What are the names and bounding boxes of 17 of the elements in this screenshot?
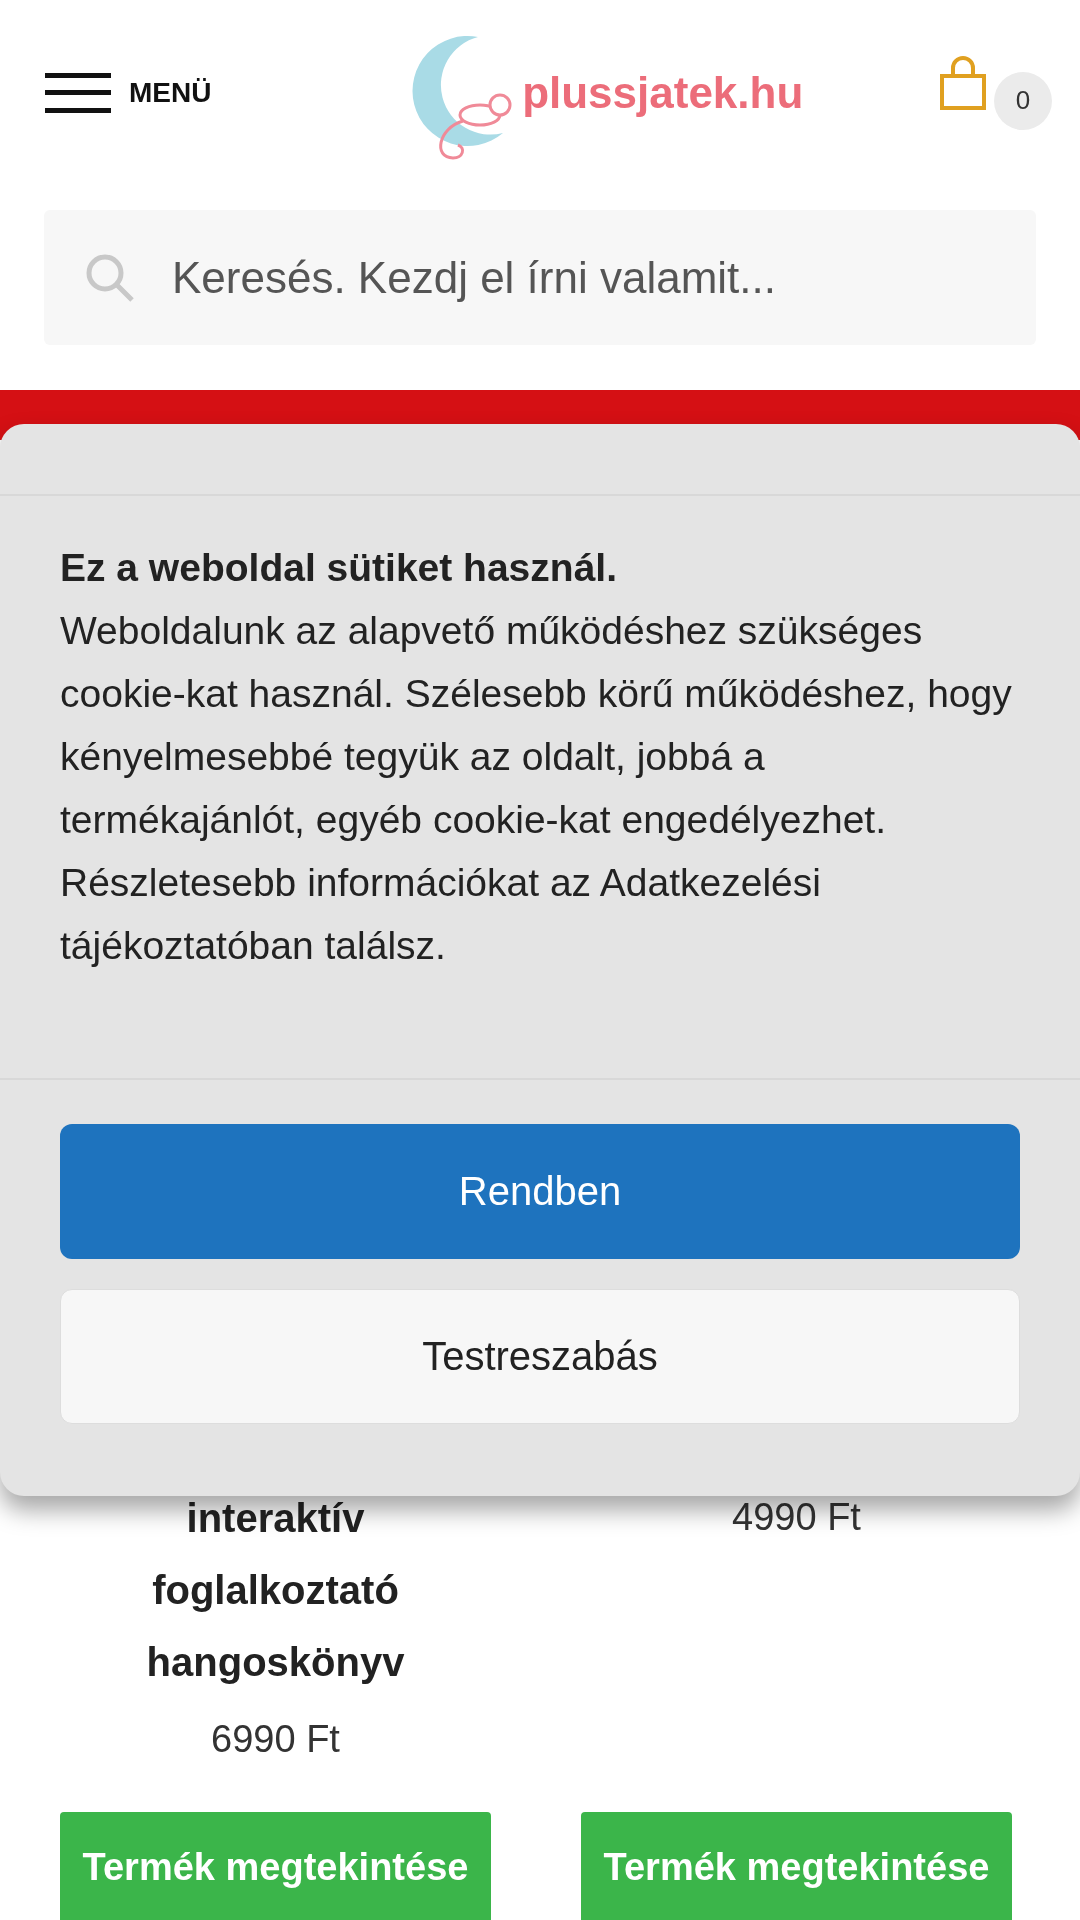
search-field[interactable]: Keresés. Kezdj el írni valamit... (170, 251, 996, 304)
menu-button[interactable]: MENÜ (45, 72, 212, 113)
product-title: interaktív foglalkoztató hangoskönyv (145, 1495, 406, 1686)
shopping-bag-icon (940, 55, 986, 110)
dialog-text: Weboldalunk az alapvető működéshez szükséges cookie-kat használ. Szélesebb körű működéshez, hogy kényelmesebbé tegyük az oldalt, jobbá a termékajánlót, egyéb cookie-kat engedélyezhet. Részletesebb információkat az Adatkezelési tájékoztatóban találsz. (60, 608, 1013, 969)
product-price: 6990 Ft (211, 1718, 340, 1761)
logo[interactable]: plussjatek.hu (408, 32, 804, 163)
cart-button[interactable] (940, 55, 986, 113)
view-product-button[interactable]: Termék megtekintése (60, 1812, 491, 1920)
accept-button[interactable]: Rendben (60, 1124, 1020, 1259)
search-bar[interactable]: Keresés. Kezdj el írni valamit... (44, 210, 1036, 345)
view-product-button[interactable]: Termék megtekintése (581, 1812, 1012, 1920)
menu-icon (45, 72, 111, 113)
customize-button[interactable]: Testreszabás (60, 1289, 1020, 1424)
dialog-title: Ez a weboldal sütiket használ. (60, 545, 618, 591)
product-price: 4990 Ft (732, 1496, 861, 1539)
cart-count-badge: 0 (994, 71, 1052, 130)
